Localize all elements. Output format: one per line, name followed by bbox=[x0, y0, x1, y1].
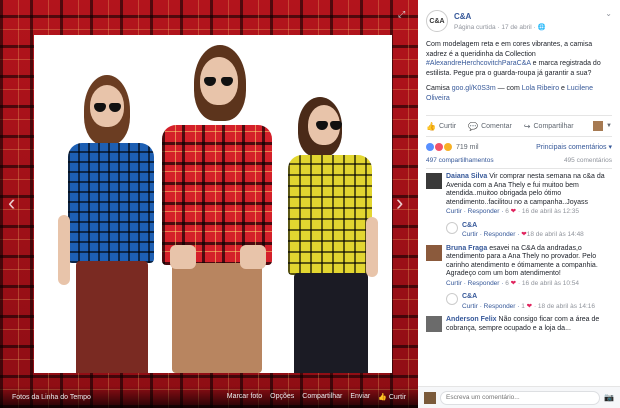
comment-date[interactable]: · 18 de abril às 14:16 bbox=[532, 303, 595, 310]
comment-meta: Curtir · Responder · 1 ❤ · 18 de abril à… bbox=[462, 303, 595, 312]
comment-reply: C&A Curtir · Responder · ❤18 de abril às … bbox=[446, 221, 612, 240]
like-reaction-icon bbox=[426, 143, 434, 151]
album-link[interactable]: Fotos da Linha do Tempo bbox=[12, 394, 227, 401]
post-actions: 👍 Curtir 💬 Comentar ↪ Compartilhar ▼ bbox=[426, 115, 612, 137]
photo-toolbar: Fotos da Linha do Tempo Marcar foto Opçõ… bbox=[0, 386, 418, 408]
post-meta: Página curtida · 17 de abril · 🌐 bbox=[454, 23, 546, 31]
product-link[interactable]: goo.gl/K0S3m bbox=[452, 85, 496, 92]
post-panel: C&A C&A Página curtida · 17 de abril · 🌐… bbox=[418, 0, 620, 408]
shares-count[interactable]: 497 compartilhamentos bbox=[426, 157, 494, 164]
like-button[interactable]: 👍 Curtir bbox=[378, 393, 406, 401]
post-counts: 497 compartilhamentos 495 comentários bbox=[426, 153, 612, 169]
comment-date[interactable]: · 16 de abril às 12:35 bbox=[516, 208, 579, 215]
product-photo bbox=[34, 35, 392, 373]
tag-photo-button[interactable]: Marcar foto bbox=[227, 393, 262, 401]
avatar bbox=[424, 391, 436, 404]
avatar[interactable] bbox=[426, 244, 442, 261]
comment-author[interactable]: Bruna Fraga bbox=[446, 245, 487, 252]
comment: Anderson Felix Não consigo ficar com a á… bbox=[426, 316, 612, 333]
comment-input[interactable] bbox=[440, 390, 601, 405]
avatar[interactable] bbox=[426, 173, 442, 189]
page-logo[interactable]: C&A bbox=[426, 10, 448, 32]
comments-list: Daiana Silva Vir comprar nesta semana na… bbox=[418, 169, 620, 333]
wow-reaction-icon bbox=[444, 143, 452, 151]
comment-meta: Curtir · Responder · 6 ❤ · 16 de abril à… bbox=[446, 208, 612, 217]
tagged-person-1[interactable]: Lola Ribeiro bbox=[522, 85, 559, 92]
comment: Daiana Silva Vir comprar nesta semana na… bbox=[426, 173, 612, 217]
post-caption: Com modelagem reta e em cores vibrantes,… bbox=[426, 41, 601, 77]
photo-viewer: ⤢ ‹ › Fotos da Linha do Tempo Marcar fot… bbox=[0, 0, 418, 408]
chevron-down-icon[interactable]: ⌄ bbox=[605, 9, 612, 18]
hashtag-link[interactable]: #AlexandreHerchcovitchParaC&A bbox=[426, 60, 531, 67]
comment-icon: 💬 bbox=[468, 121, 479, 131]
comment: Bruna Fraga esavei na C&A da andradas,o … bbox=[426, 244, 612, 289]
chevron-left-icon[interactable]: ‹ bbox=[8, 192, 15, 214]
options-button[interactable]: Opções bbox=[270, 393, 294, 401]
post-comment-button[interactable]: 💬 Comentar bbox=[468, 122, 512, 131]
sort-comments-dropdown[interactable]: Principais comentários ▾ bbox=[536, 143, 612, 151]
post-with-line: Camisa goo.gl/K0S3m — com Lola Ribeiro e… bbox=[426, 85, 593, 102]
avatar[interactable] bbox=[593, 121, 604, 131]
thumbs-up-icon: 👍 bbox=[378, 394, 387, 401]
thumbs-up-icon: 👍 bbox=[426, 121, 436, 131]
comment-meta: Curtir · Responder · ❤18 de abril às 14:… bbox=[462, 231, 584, 240]
send-button[interactable]: Enviar bbox=[350, 393, 370, 401]
share-icon: ↪ bbox=[523, 121, 531, 131]
chevron-right-icon[interactable]: › bbox=[396, 192, 403, 214]
page-name[interactable]: C&A bbox=[454, 12, 546, 21]
model-center bbox=[144, 45, 284, 373]
comment-date[interactable]: 18 de abril às 14:48 bbox=[527, 231, 584, 238]
post-like-button[interactable]: 👍 Curtir bbox=[426, 122, 456, 131]
comment-author[interactable]: Anderson Felix bbox=[446, 316, 497, 323]
comment-author[interactable]: C&A bbox=[462, 222, 477, 229]
comment-actions[interactable]: Curtir · Responder · bbox=[462, 303, 521, 310]
post-header: C&A C&A Página curtida · 17 de abril · 🌐… bbox=[418, 0, 620, 36]
reactions-bar: 719 mil Principais comentários ▾ bbox=[418, 137, 620, 153]
comment-actions[interactable]: Curtir · Responder · bbox=[446, 208, 505, 215]
comment-author[interactable]: C&A bbox=[462, 293, 477, 300]
comment-meta: Curtir · Responder · 6 ❤ · 16 de abril à… bbox=[446, 280, 612, 289]
avatar[interactable] bbox=[446, 293, 458, 305]
camera-icon[interactable]: 📷 bbox=[604, 393, 614, 402]
post-share-button[interactable]: ↪ Compartilhar bbox=[524, 122, 574, 131]
comment-composer: 📷 bbox=[418, 386, 620, 408]
comment-actions[interactable]: Curtir · Responder · bbox=[446, 280, 505, 287]
comment-actions[interactable]: Curtir · Responder · bbox=[462, 231, 521, 238]
reaction-count[interactable]: 719 mil bbox=[456, 144, 479, 151]
comment-date[interactable]: · 16 de abril às 10:54 bbox=[516, 280, 579, 287]
avatar[interactable] bbox=[446, 221, 458, 234]
share-button[interactable]: Compartilhar bbox=[302, 393, 342, 401]
comment-reply: C&A Curtir · Responder · 1 ❤ · 18 de abri… bbox=[446, 293, 612, 311]
love-reaction-icon bbox=[435, 143, 443, 151]
comments-count[interactable]: 495 comentários bbox=[564, 157, 612, 164]
caret-down-icon[interactable]: ▼ bbox=[606, 123, 612, 129]
model-right bbox=[274, 97, 392, 373]
avatar[interactable] bbox=[426, 316, 442, 332]
expand-icon[interactable]: ⤢ bbox=[398, 9, 408, 19]
comment-author[interactable]: Daiana Silva bbox=[446, 173, 487, 180]
